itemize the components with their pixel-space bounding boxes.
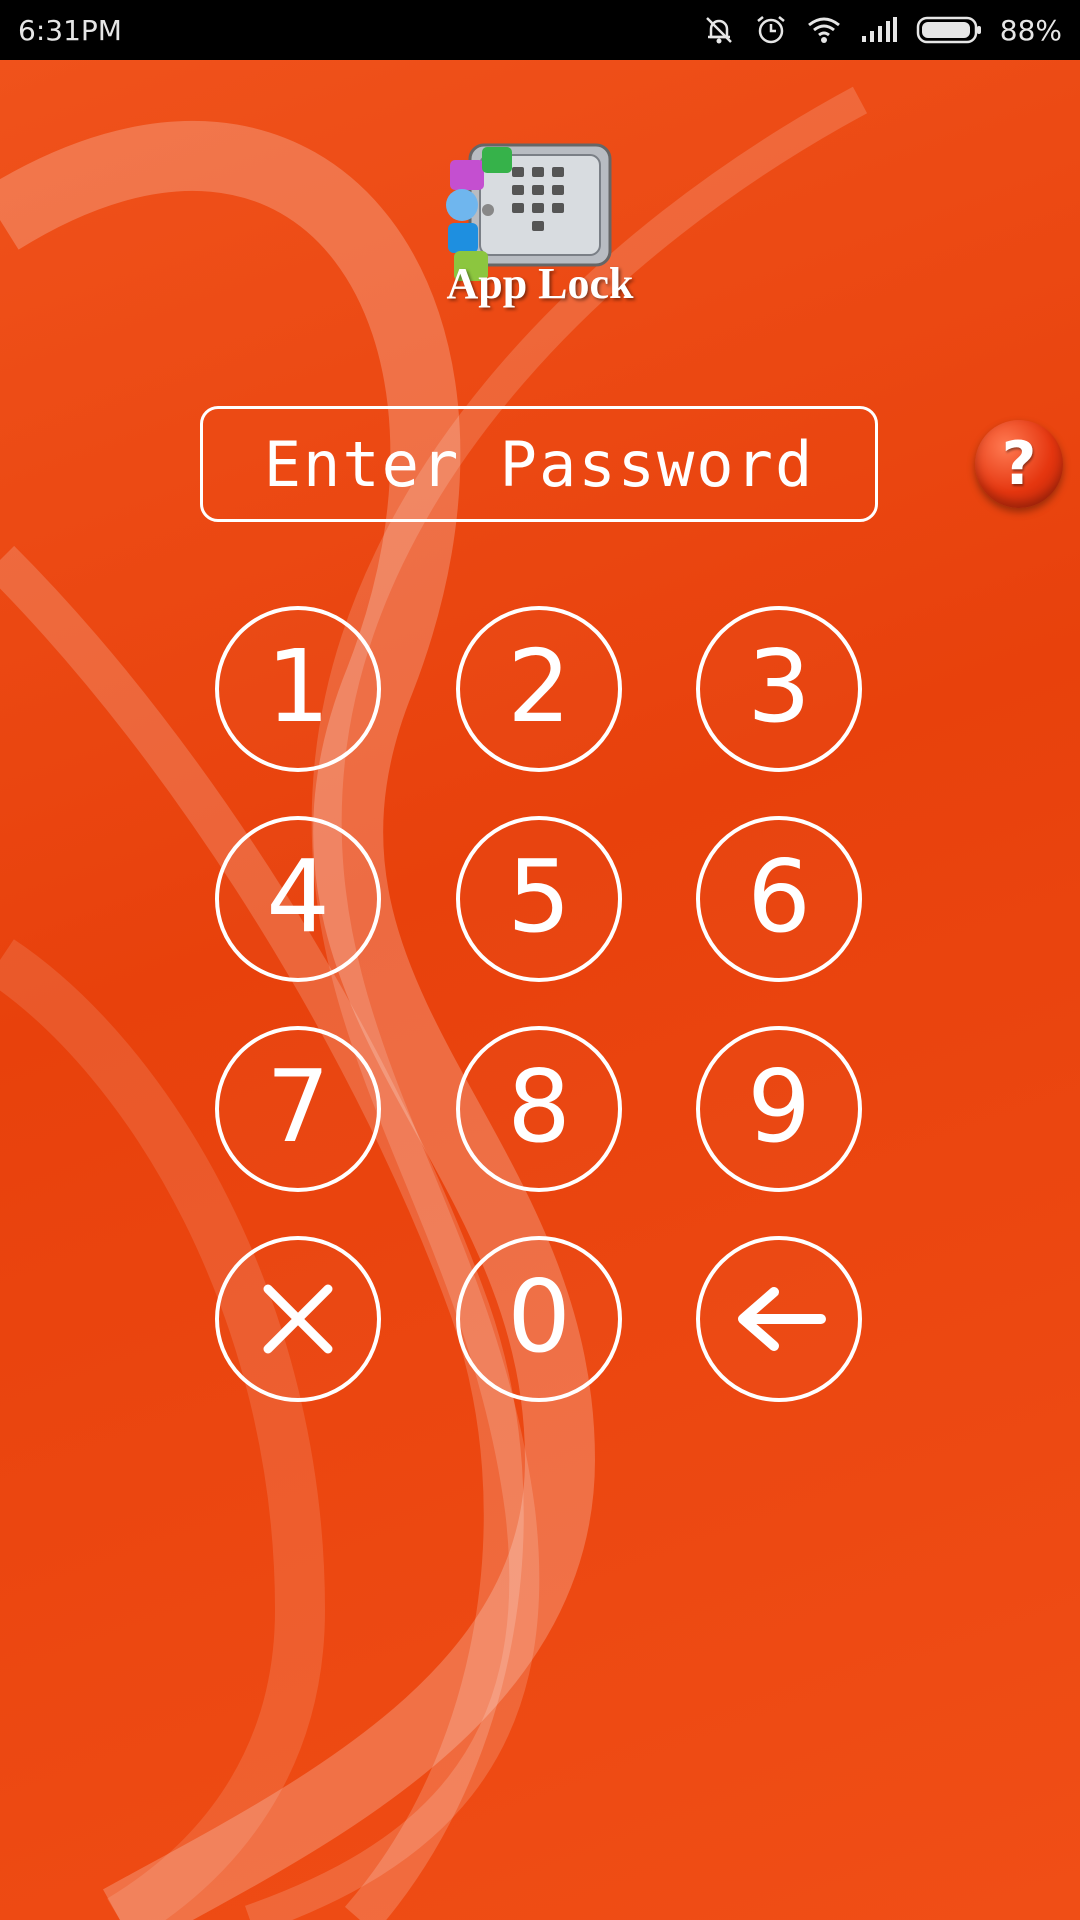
key-4[interactable]: 4 — [215, 816, 381, 982]
key-8[interactable]: 8 — [456, 1026, 622, 1192]
key-7[interactable]: 7 — [215, 1026, 381, 1192]
status-icons: 88% — [702, 13, 1062, 47]
key-6[interactable]: 6 — [696, 816, 862, 982]
key-2[interactable]: 2 — [456, 606, 622, 772]
battery-percent: 88% — [999, 13, 1062, 47]
help-button[interactable]: ? — [975, 420, 1063, 508]
backspace-button[interactable] — [696, 1236, 862, 1402]
key-5[interactable]: 5 — [456, 816, 622, 982]
app-title: App Lock — [446, 259, 634, 308]
signal-icon — [861, 17, 897, 42]
back-arrow-icon — [738, 1287, 826, 1351]
mute-icon — [705, 17, 732, 44]
wifi-icon — [807, 17, 840, 43]
background-swoosh — [0, 86, 868, 1920]
clear-button[interactable] — [215, 1236, 381, 1402]
alarm-icon — [756, 16, 785, 44]
key-9[interactable]: 9 — [696, 1026, 862, 1192]
key-3[interactable]: 3 — [696, 606, 862, 772]
key-0[interactable]: 0 — [456, 1236, 622, 1402]
key-1[interactable]: 1 — [215, 606, 381, 772]
status-time: 6:31PM — [18, 13, 122, 47]
password-placeholder: Enter Password — [263, 427, 815, 501]
close-icon — [263, 1284, 333, 1354]
battery-icon — [916, 16, 981, 44]
status-bar: 6:31PM 88% — [0, 0, 1080, 60]
help-icon: ? — [1001, 429, 1037, 499]
password-field[interactable]: Enter Password — [200, 406, 878, 522]
